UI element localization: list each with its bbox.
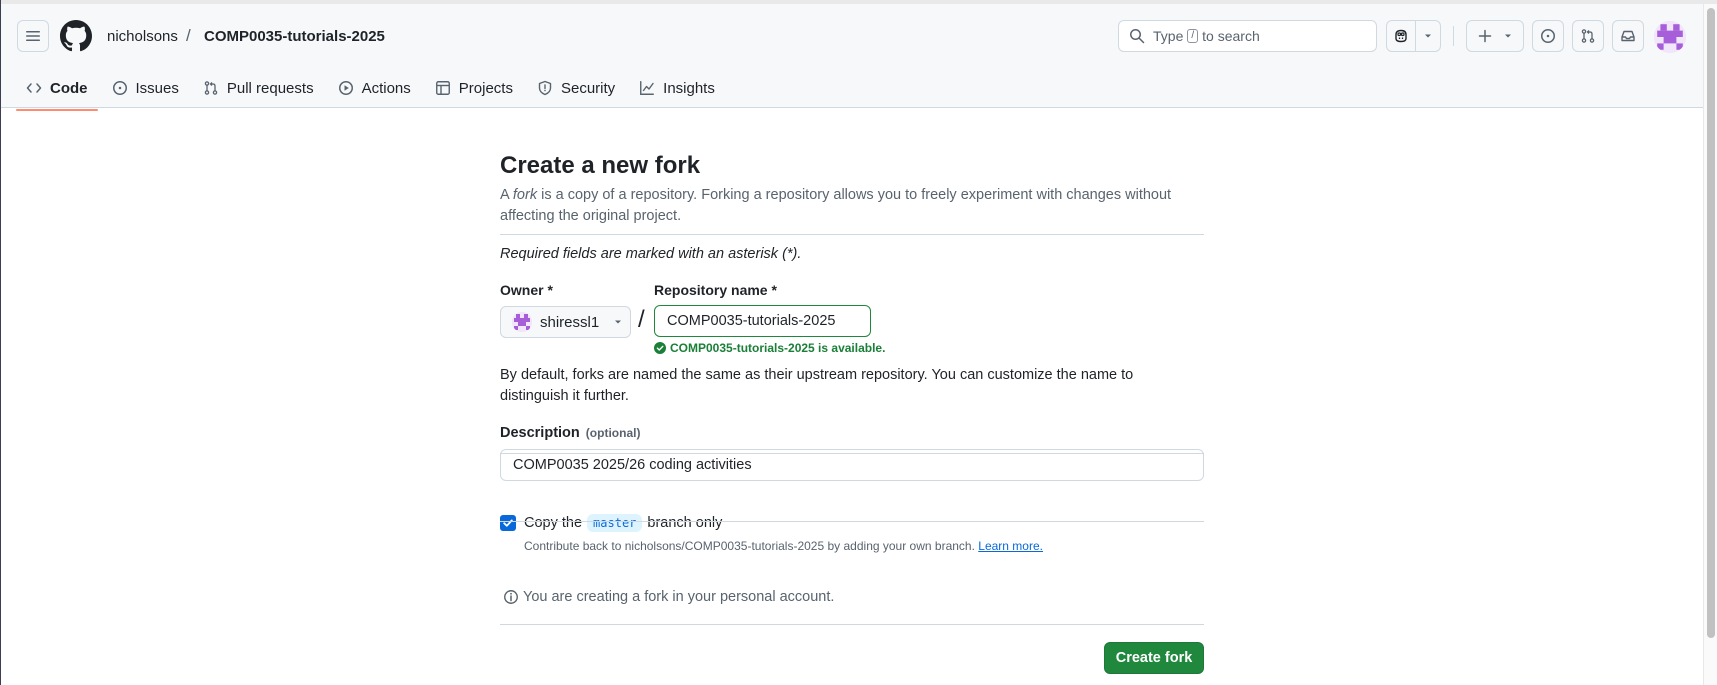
owner-avatar (512, 312, 532, 332)
page-title: Create a new fork (500, 152, 701, 179)
graph-icon (640, 81, 655, 95)
table-icon (435, 81, 450, 95)
breadcrumb-owner[interactable]: nicholsons (107, 28, 178, 45)
inbox-icon (1621, 30, 1635, 42)
issue-icon (112, 81, 127, 95)
copy-branch-help: Contribute back to nicholsons/COMP0035-t… (524, 539, 1043, 553)
shield-icon (538, 80, 552, 96)
scrollbar-thumb[interactable] (1707, 8, 1715, 638)
code-icon (26, 83, 42, 93)
search-placeholder-prefix: Type (1153, 28, 1184, 44)
repo-name-label: Repository name * (654, 282, 777, 298)
personal-account-note: You are creating a fork in your personal… (500, 589, 834, 605)
pull-request-icon (204, 81, 218, 95)
availability-message: COMP0035-tutorials-2025 is available. (654, 341, 885, 355)
required-note: Required fields are marked with an aster… (500, 246, 802, 262)
tab-issues[interactable]: Issues (102, 72, 189, 104)
global-header: nicholsons / COMP0035-tutorials-2025 Typ… (0, 4, 1703, 111)
divider (500, 624, 1204, 625)
intro-text: A fork is a copy of a repository. Forkin… (500, 187, 1172, 224)
branch-name-pill: master (587, 514, 643, 532)
breadcrumb-separator: / (186, 26, 191, 45)
caret-down-icon (615, 320, 622, 324)
issue-icon (1541, 29, 1555, 43)
plus-icon (1478, 29, 1492, 43)
owner-select[interactable]: shiressl1 (500, 306, 631, 338)
github-logo-icon[interactable] (60, 20, 92, 52)
copilot-button-group (1386, 20, 1441, 52)
learn-more-link[interactable]: Learn more. (978, 539, 1043, 553)
tab-code[interactable]: Code (16, 72, 98, 111)
search-shortcut-key: / (1187, 29, 1199, 43)
inbox-button[interactable] (1612, 20, 1644, 52)
create-fork-button[interactable]: Create fork (1104, 642, 1204, 674)
tab-security[interactable]: Security (527, 72, 625, 104)
check-icon (503, 519, 513, 527)
copilot-dropdown-button[interactable] (1416, 21, 1440, 51)
copilot-button[interactable] (1387, 21, 1417, 51)
play-icon (338, 81, 353, 95)
caret-down-icon (1505, 34, 1511, 38)
tab-insights[interactable]: Insights (629, 72, 725, 104)
create-new-button[interactable] (1466, 20, 1524, 52)
default-name-note: By default, forks are named the same as … (500, 367, 1134, 404)
search-input[interactable]: Type / to search (1118, 20, 1377, 52)
owner-label: Owner * (500, 282, 553, 298)
divider (500, 234, 1204, 235)
divider (500, 521, 1204, 522)
repo-nav: Code Issues Pull requests Actions Projec… (16, 72, 729, 112)
copy-branch-label[interactable]: Copy the master branch only (524, 514, 722, 532)
owner-value: shiressl1 (540, 313, 600, 331)
tab-projects[interactable]: Projects (425, 72, 523, 104)
check-circle-icon (654, 342, 666, 354)
window-left-edge (0, 0, 1, 685)
availability-text: COMP0035-tutorials-2025 is available. (670, 341, 886, 355)
issues-button[interactable] (1532, 20, 1564, 52)
tab-actions-label: Actions (361, 79, 411, 97)
description-optional: (optional) (585, 426, 641, 440)
search-icon (1130, 29, 1145, 44)
tab-actions[interactable]: Actions (328, 72, 421, 104)
tab-insights-label: Insights (663, 79, 715, 97)
repo-name-input[interactable] (654, 305, 871, 337)
divider (500, 453, 1204, 454)
search-placeholder-suffix: to search (1202, 28, 1260, 44)
personal-account-text: You are creating a fork in your personal… (523, 589, 835, 605)
pull-request-icon (1581, 29, 1595, 43)
copy-branch-checkbox[interactable] (500, 515, 516, 531)
window-top-edge (0, 0, 1717, 4)
info-icon (504, 590, 518, 604)
hamburger-icon (26, 31, 40, 41)
owner-repo-separator: / (638, 306, 645, 333)
pull-requests-button[interactable] (1572, 20, 1604, 52)
caret-down-icon (1425, 34, 1432, 38)
header-divider (1453, 26, 1454, 46)
tab-pull-requests[interactable]: Pull requests (193, 72, 324, 104)
tab-issues-label: Issues (135, 79, 179, 97)
user-avatar[interactable] (1654, 21, 1686, 53)
breadcrumb-repo[interactable]: COMP0035-tutorials-2025 (204, 28, 385, 45)
intro-fork-term: fork (512, 187, 538, 203)
tab-projects-label: Projects (458, 79, 513, 97)
tab-pull-requests-label: Pull requests (226, 79, 314, 97)
tab-code-label: Code (50, 79, 88, 97)
page-scrollbar[interactable] (1703, 0, 1717, 685)
menu-button[interactable] (17, 20, 49, 52)
copilot-icon (1395, 29, 1407, 43)
tab-security-label: Security (560, 79, 616, 97)
description-label: Description (optional) (500, 425, 641, 441)
